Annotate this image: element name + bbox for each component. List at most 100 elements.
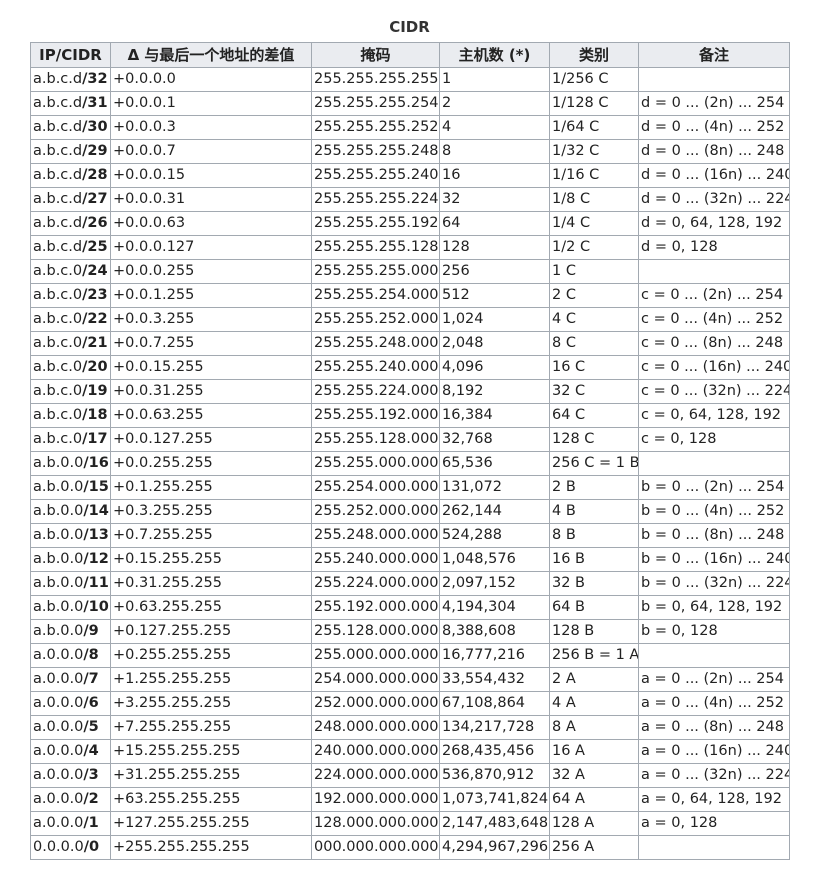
cell-note: d = 0 ... (16n) ... 240 <box>638 163 790 188</box>
cell-hosts: 524,288 <box>439 523 550 548</box>
cell-class: 1/2 C <box>549 235 639 260</box>
cidr-prefix: /31 <box>82 95 108 111</box>
cell-class: 8 A <box>549 715 639 740</box>
table-row: a.b.c.0/20 +0.0.15.255 255.255.240.000 4,09… <box>30 355 790 380</box>
cell-delta: +127.255.255.255 <box>110 811 312 836</box>
cidr-base: a.b.0.0 <box>33 599 84 615</box>
cell-note: d = 0 ... (8n) ... 248 <box>638 139 790 164</box>
cell-delta: +7.255.255.255 <box>110 715 312 740</box>
cell-class: 16 C <box>549 355 639 380</box>
table-row: a.b.c.0/23 +0.0.1.255 255.255.254.000 512 2 … <box>30 283 790 308</box>
table-row: a.b.0.0/13 +0.7.255.255 255.248.000.000 524… <box>30 523 790 548</box>
cidr-prefix: /0 <box>83 839 100 855</box>
cell-delta: +15.255.255.255 <box>110 739 312 764</box>
cidr-prefix: /16 <box>83 455 109 471</box>
cell-note: d = 0 ... (4n) ... 252 <box>638 115 790 140</box>
cidr-prefix: /10 <box>83 599 109 615</box>
cidr-base: a.b.c.0 <box>33 359 83 375</box>
cell-delta: +255.255.255.255 <box>110 835 312 860</box>
cidr-prefix: /1 <box>83 815 99 831</box>
cell-hosts: 2,048 <box>439 331 550 356</box>
cell-ip-cidr: a.b.c.d/25 <box>30 235 111 260</box>
cidr-prefix: /27 <box>82 191 108 207</box>
table-row: a.b.0.0/16 +0.0.255.255 255.255.000.000 65,… <box>30 451 790 476</box>
cell-class: 1/256 C <box>549 67 639 92</box>
header-class: 类别 <box>549 42 639 68</box>
table-row: a.b.c.0/17 +0.0.127.255 255.255.128.000 32,… <box>30 427 790 452</box>
cell-class: 64 A <box>549 787 639 812</box>
cell-delta: +0.0.0.1 <box>110 91 312 116</box>
cell-hosts: 4,096 <box>439 355 550 380</box>
table-row: a.b.0.0/11 +0.31.255.255 255.224.000.000 2,… <box>30 571 790 596</box>
cidr-prefix: /32 <box>82 71 108 87</box>
cell-delta: +31.255.255.255 <box>110 763 312 788</box>
cell-note: c = 0 ... (4n) ... 252 <box>638 307 790 332</box>
cell-mask: 255.255.255.192 <box>311 211 440 236</box>
cell-delta: +0.0.1.255 <box>110 283 312 308</box>
cell-ip-cidr: a.b.0.0/9 <box>30 619 111 644</box>
cidr-prefix: /29 <box>82 143 108 159</box>
cell-delta: +0.0.0.3 <box>110 115 312 140</box>
cell-delta: +0.15.255.255 <box>110 547 312 572</box>
cell-mask: 255.224.000.000 <box>311 571 440 596</box>
cell-ip-cidr: a.b.c.0/17 <box>30 427 111 452</box>
cell-class: 256 B = 1 A <box>549 643 639 668</box>
cell-note: d = 0 ... (2n) ... 254 <box>638 91 790 116</box>
cell-note: d = 0 ... (32n) ... 224 <box>638 187 790 212</box>
cell-delta: +1.255.255.255 <box>110 667 312 692</box>
cidr-prefix: /25 <box>82 239 108 255</box>
table-row: a.b.0.0/10 +0.63.255.255 255.192.000.000 4,… <box>30 595 790 620</box>
cell-delta: +0.127.255.255 <box>110 619 312 644</box>
cell-delta: +63.255.255.255 <box>110 787 312 812</box>
cidr-prefix: /6 <box>83 695 99 711</box>
cell-note: a = 0, 64, 128, 192 <box>638 787 790 812</box>
cell-ip-cidr: a.b.0.0/16 <box>30 451 111 476</box>
cell-note: c = 0 ... (32n) ... 224 <box>638 379 790 404</box>
cell-hosts: 536,870,912 <box>439 763 550 788</box>
cell-mask: 255.255.255.000 <box>311 259 440 284</box>
cell-hosts: 67,108,864 <box>439 691 550 716</box>
cell-note: a = 0 ... (2n) ... 254 <box>638 667 790 692</box>
cell-ip-cidr: a.0.0.0/7 <box>30 667 111 692</box>
cell-mask: 255.240.000.000 <box>311 547 440 572</box>
table-row: a.0.0.0/1 +127.255.255.255 128.000.000.000… <box>30 811 790 836</box>
cidr-base: a.b.c.d <box>33 239 83 255</box>
table-row: a.0.0.0/2 +63.255.255.255 192.000.000.000 1… <box>30 787 790 812</box>
header-mask: 掩码 <box>311 42 440 68</box>
cell-ip-cidr: a.b.c.d/29 <box>30 139 111 164</box>
cell-ip-cidr: a.b.0.0/15 <box>30 475 111 500</box>
cell-class: 128 C <box>549 427 639 452</box>
cell-note: a = 0 ... (32n) ... 224 <box>638 763 790 788</box>
cidr-base: a.b.0.0 <box>33 551 84 567</box>
cell-mask: 255.255.255.224 <box>311 187 440 212</box>
cell-note: c = 0, 128 <box>638 427 790 452</box>
cell-mask: 248.000.000.000 <box>311 715 440 740</box>
table-row: a.0.0.0/5 +7.255.255.255 248.000.000.000 13… <box>30 715 790 740</box>
cell-hosts: 1 <box>439 67 550 92</box>
cell-class: 1/32 C <box>549 139 639 164</box>
cell-hosts: 128 <box>439 235 550 260</box>
cell-hosts: 256 <box>439 259 550 284</box>
cell-class: 2 B <box>549 475 639 500</box>
cell-hosts: 1,024 <box>439 307 550 332</box>
cell-ip-cidr: 0.0.0.0/0 <box>30 835 111 860</box>
cell-hosts: 268,435,456 <box>439 739 550 764</box>
cell-delta: +0.0.0.255 <box>110 259 312 284</box>
cell-note <box>638 67 790 92</box>
cell-mask: 255.255.240.000 <box>311 355 440 380</box>
cidr-base: a.b.c.d <box>33 119 83 135</box>
cell-delta: +0.0.15.255 <box>110 355 312 380</box>
cell-note: b = 0 ... (32n) ... 224 <box>638 571 790 596</box>
cell-mask: 128.000.000.000 <box>311 811 440 836</box>
cell-ip-cidr: a.0.0.0/1 <box>30 811 111 836</box>
cidr-prefix: /5 <box>83 719 99 735</box>
cell-ip-cidr: a.b.c.0/20 <box>30 355 111 380</box>
cell-note <box>638 259 790 284</box>
table-row: a.b.c.0/22 +0.0.3.255 255.255.252.000 1,024… <box>30 307 790 332</box>
cell-ip-cidr: a.0.0.0/8 <box>30 643 111 668</box>
table-row: a.0.0.0/4 +15.255.255.255 240.000.000.000 2… <box>30 739 790 764</box>
cell-note: d = 0, 128 <box>638 235 790 260</box>
cell-ip-cidr: a.0.0.0/3 <box>30 763 111 788</box>
cell-hosts: 33,554,432 <box>439 667 550 692</box>
cidr-base: a.b.0.0 <box>33 623 84 639</box>
